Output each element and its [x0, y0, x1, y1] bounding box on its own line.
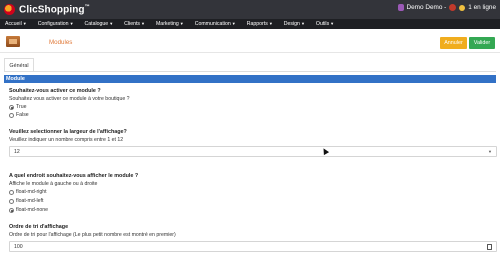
calculator-icon[interactable]: [487, 244, 492, 250]
hint-position: Affiche le module à gauche ou à droite: [9, 181, 98, 187]
chevron-down-icon: ▼: [488, 149, 492, 154]
menu-item-configuration[interactable]: Configuration▼: [38, 21, 74, 27]
app-logo[interactable]: ClicShopping™: [4, 2, 90, 17]
chevron-down-icon: ▼: [268, 21, 273, 26]
chevron-down-icon: ▼: [109, 21, 114, 26]
hint-activate: Souhaitez vous activer ce module à votre…: [9, 96, 130, 102]
user-icon: [397, 4, 404, 11]
menu-item-clients[interactable]: Clients▼: [124, 21, 145, 27]
menu-item-design[interactable]: Design▼: [284, 21, 305, 27]
hint-sort-order: Ordre de tri pour l'affichage (Le plus p…: [9, 232, 176, 238]
trademark: ™: [84, 3, 90, 10]
width-select[interactable]: 12 ▼: [9, 146, 497, 157]
chevron-down-icon: ▼: [231, 21, 236, 26]
app-name: ClicShopping: [19, 4, 85, 16]
sort-order-input[interactable]: 100: [9, 241, 497, 252]
radio-false[interactable]: False: [9, 112, 29, 118]
radio-float-md-left[interactable]: float-md-left: [9, 198, 43, 204]
chevron-down-icon: ▼: [330, 21, 335, 26]
radio-float-md-none[interactable]: float-md-none: [9, 207, 48, 213]
menu-item-rapports[interactable]: Rapports▼: [247, 21, 273, 27]
power-icon[interactable]: [449, 4, 457, 11]
radio-float-md-right[interactable]: float-md-right: [9, 189, 47, 195]
question-position: A quel endroit souhaitez-vous afficher l…: [9, 173, 139, 179]
radio-unchecked-icon[interactable]: [9, 189, 14, 195]
menu-item-marketing[interactable]: Marketing▼: [156, 21, 184, 27]
cancel-button[interactable]: Annuler: [440, 37, 467, 49]
radio-true[interactable]: True: [9, 104, 26, 110]
radio-checked-icon[interactable]: [9, 104, 14, 110]
radio-unchecked-icon[interactable]: [9, 112, 14, 118]
menu-item-catalogue[interactable]: Catalogue▼: [85, 21, 114, 27]
page-header: Modules: [0, 29, 500, 53]
tab-general[interactable]: Général: [4, 58, 34, 72]
chevron-down-icon: ▼: [300, 21, 305, 26]
question-width: Veuillez selectionner la largeur de l'af…: [9, 129, 127, 135]
chevron-down-icon: ▼: [141, 21, 145, 26]
user-name[interactable]: Demo Demo -: [407, 4, 447, 11]
user-area: Demo Demo - 1 en ligne: [397, 4, 496, 11]
menu-item-communication[interactable]: Communication▼: [195, 21, 236, 27]
menu-item-accueil[interactable]: Accueil▼: [5, 21, 27, 27]
page-title: Modules: [49, 39, 73, 46]
online-count: 1 en ligne: [468, 4, 496, 11]
menu-item-outils[interactable]: Outils▼: [316, 21, 334, 27]
clicshopping-logo-icon: [4, 4, 15, 15]
online-dot-icon: [459, 4, 466, 11]
radio-unchecked-icon[interactable]: [9, 198, 14, 204]
hint-width: Veuillez indiquer un nombre compris entr…: [9, 137, 124, 143]
top-bar: ClicShopping™ Demo Demo - 1 en ligne: [0, 0, 500, 19]
panel-title: Module: [4, 75, 496, 83]
sort-order-value: 100: [14, 243, 23, 250]
chevron-down-icon: ▼: [179, 21, 184, 26]
validate-button[interactable]: Valider: [469, 37, 495, 49]
module-icon: [6, 36, 20, 47]
chevron-down-icon: ▼: [22, 21, 27, 26]
width-value: 12: [14, 148, 20, 155]
radio-checked-icon[interactable]: [9, 207, 14, 213]
tab-divider: [4, 71, 496, 72]
main-menu: Accueil▼ Configuration▼ Catalogue▼ Clien…: [0, 19, 500, 29]
question-sort-order: Ordre de tri d'affichage: [9, 224, 69, 230]
chevron-down-icon: ▼: [69, 21, 74, 26]
module-panel: Module Souhaitez-vous activer ce module …: [4, 75, 497, 261]
question-activate: Souhaitez-vous activer ce module ?: [9, 88, 101, 94]
